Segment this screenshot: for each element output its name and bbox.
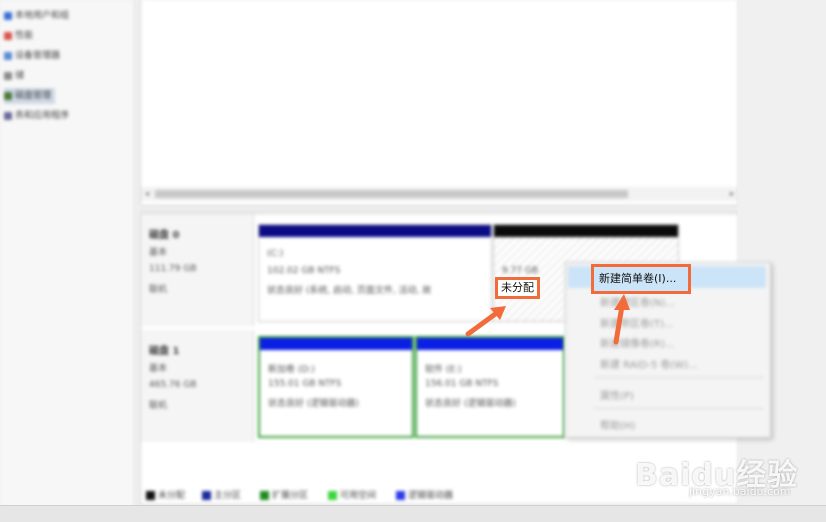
arrow-to-new-simple-volume-icon: [613, 294, 630, 345]
tree-item-services-apps[interactable]: 务和应用程序: [4, 108, 69, 124]
disk-1-status: 联机: [149, 401, 168, 411]
disk-1-type: 基本: [149, 364, 168, 374]
scroll-right-icon[interactable]: ▸: [726, 187, 738, 201]
disk-management-icon: [4, 91, 12, 100]
pane-splitter[interactable]: [140, 205, 737, 213]
tree-item-device-manager[interactable]: 设备管理器: [4, 48, 60, 64]
storage-icon: [4, 71, 12, 80]
device-manager-icon: [4, 51, 12, 60]
legend-logical: 逻辑驱动器: [396, 488, 453, 501]
disk-0-type: 基本: [149, 248, 168, 258]
scrollbar-thumb[interactable]: [155, 190, 628, 198]
tree-item-storage[interactable]: 储: [4, 68, 24, 84]
disk-1-name: 磁盘 1: [149, 346, 180, 357]
volume-list-view: ◂ ▸: [140, 0, 739, 206]
menu-separator: [594, 377, 764, 378]
partition-c[interactable]: (C:) 102.02 GB NTFS 状态良好 (系统, 启动, 页面文件, …: [258, 224, 492, 322]
menu-item-properties[interactable]: 属性(P): [600, 387, 634, 402]
services-icon: [4, 111, 12, 120]
disk-1-size: 465.76 GB: [149, 380, 197, 390]
unallocated-bar: [494, 225, 678, 237]
partition-d-bar: [260, 338, 412, 350]
navigation-tree: 本地用户和组 性能 设备管理器 储 磁盘管理 务和应用程序: [0, 0, 135, 521]
disk-0-header[interactable]: 磁盘 0 基本 111.79 GB 联机: [141, 214, 254, 326]
arrow-to-unallocated-icon: [465, 306, 506, 337]
menu-item-new-raid5[interactable]: 新建 RAID-5 卷(W)...: [600, 356, 698, 371]
disk-0-size: 111.79 GB: [149, 264, 197, 274]
legend-free-space: 可用空间: [328, 488, 376, 501]
legend-unallocated: 未分配: [146, 488, 185, 501]
partition-e[interactable]: 软件 (E:) 156.01 GB NTFS 状态良好 (逻辑驱动器): [415, 336, 565, 438]
disk-0-name: 磁盘 0: [149, 230, 180, 241]
menu-separator: [594, 408, 764, 409]
watermark-url: jingyan.baidu.com: [689, 485, 791, 498]
performance-icon: [4, 31, 12, 40]
tree-item-disk-management[interactable]: 磁盘管理: [4, 88, 56, 104]
partition-c-bar: [259, 225, 491, 237]
disk-1-header[interactable]: 磁盘 1 基本 465.76 GB 联机: [141, 330, 254, 442]
legend-primary: 主分区: [202, 488, 241, 501]
menu-item-new-simple-volume[interactable]: 新建简单卷(I)...: [591, 264, 691, 294]
horizontal-scrollbar[interactable]: ◂ ▸: [141, 187, 738, 201]
baidu-watermark: Baidu经验 jingyan.baidu.com: [633, 430, 823, 520]
disk-0-status: 联机: [149, 285, 168, 295]
menu-item-help[interactable]: 帮助(H): [600, 417, 635, 432]
tree-item-local-users[interactable]: 本地用户和组: [4, 8, 69, 24]
users-icon: [4, 11, 12, 20]
unallocated-label: 未分配: [495, 277, 540, 299]
legend-extended: 扩展分区: [260, 488, 308, 501]
partition-d[interactable]: 新加卷 (D:) 155.01 GB NTFS 状态良好 (逻辑驱动器): [258, 336, 414, 438]
tree-item-performance[interactable]: 性能: [4, 28, 33, 44]
scroll-left-icon[interactable]: ◂: [141, 187, 153, 201]
